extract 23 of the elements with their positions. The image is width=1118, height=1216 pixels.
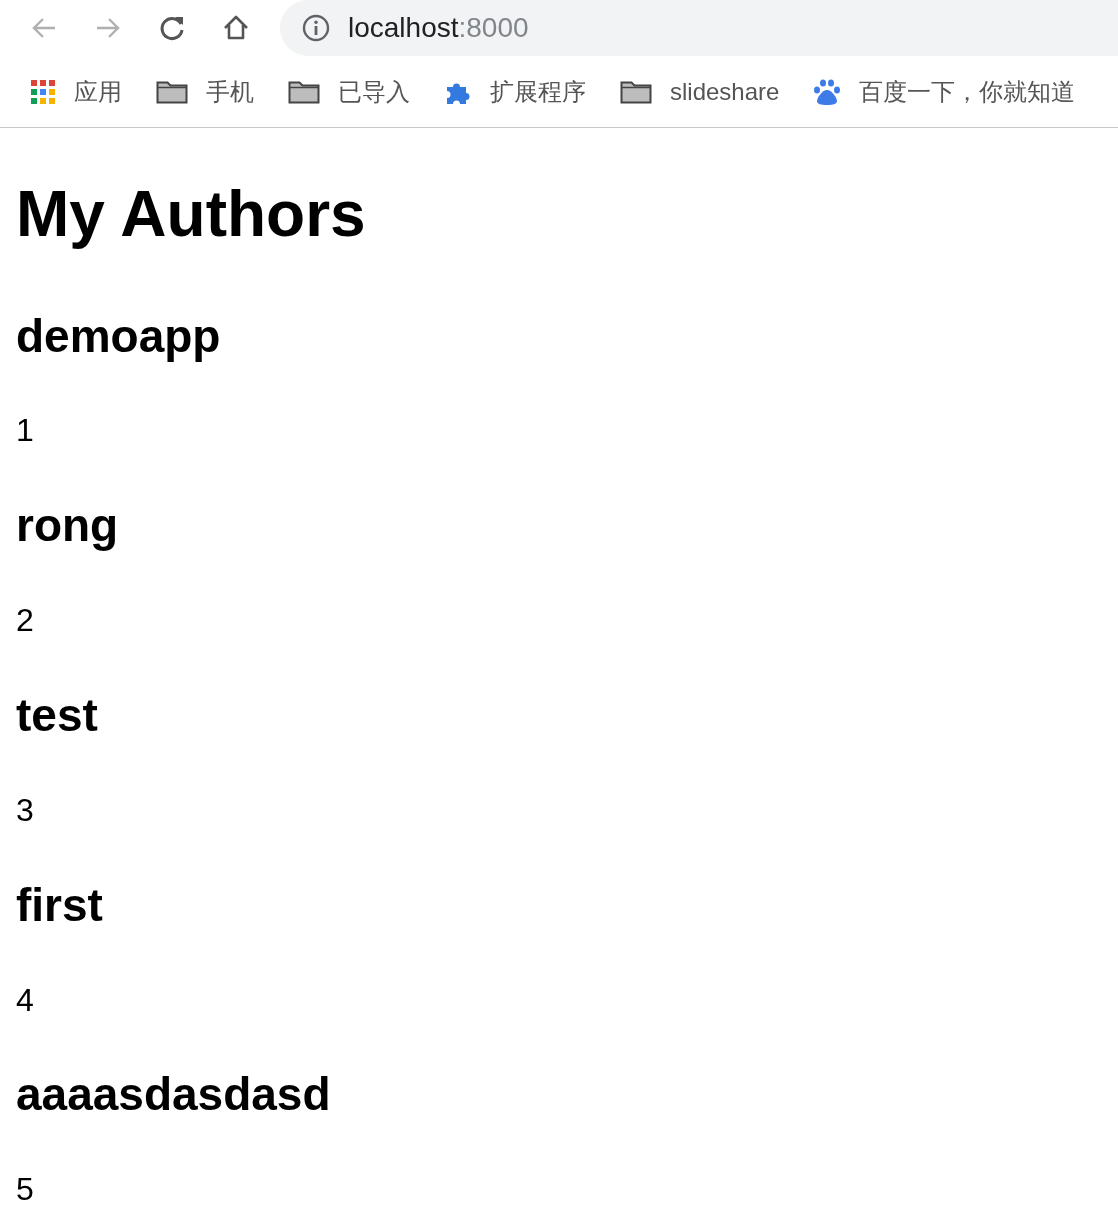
bookmark-item[interactable]: slideshare bbox=[620, 77, 780, 106]
page-title: My Authors bbox=[16, 178, 367, 252]
url-host: localhost bbox=[348, 12, 459, 44]
url-port: :8000 bbox=[458, 12, 529, 44]
author-id: 5 bbox=[16, 1171, 35, 1209]
bookmark-item[interactable]: 手机 bbox=[156, 75, 254, 108]
author-id: 2 bbox=[16, 602, 35, 639]
info-icon bbox=[302, 14, 330, 42]
author-name: rong bbox=[16, 499, 120, 553]
author-id: 3 bbox=[16, 791, 35, 829]
author-name: demoapp bbox=[16, 309, 222, 363]
author-name: test bbox=[16, 688, 99, 742]
paw-icon bbox=[813, 77, 842, 106]
bookmark-item[interactable]: 扩展程序 bbox=[444, 75, 586, 108]
bookmark-item[interactable]: 百度一下，你就知道 bbox=[813, 75, 1076, 108]
author-id: 1 bbox=[16, 412, 35, 450]
apps-grid-icon bbox=[30, 78, 56, 105]
author-name: aaaasdasdasd bbox=[16, 1068, 332, 1122]
bookmark-item[interactable]: 已导入 bbox=[288, 75, 410, 108]
address-bar[interactable]: localhost:8000 bbox=[280, 0, 1118, 56]
author-name: first bbox=[16, 878, 104, 932]
author-id: 4 bbox=[16, 981, 35, 1019]
bookmark-item[interactable]: 应用 bbox=[30, 75, 122, 108]
